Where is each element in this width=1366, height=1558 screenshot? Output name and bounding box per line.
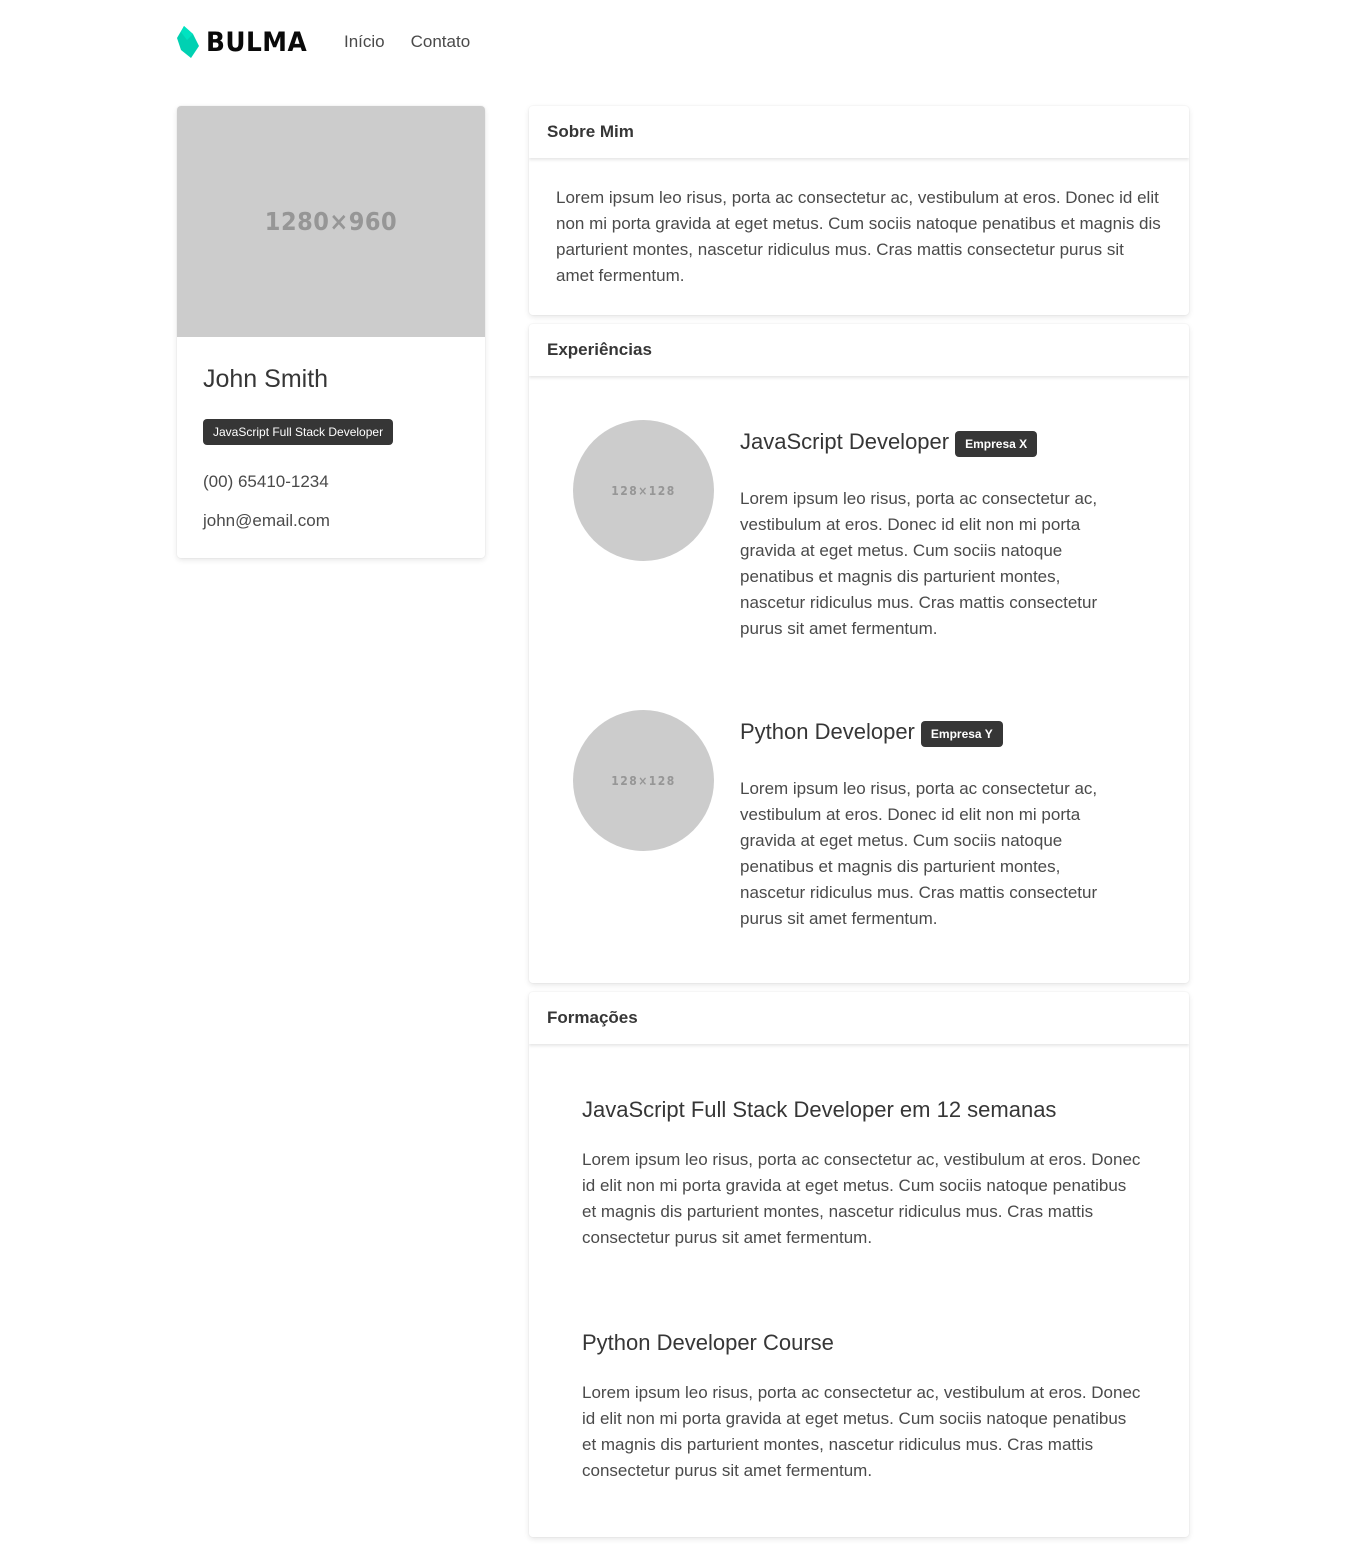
profile-body: John Smith JavaScript Full Stack Develop… xyxy=(177,337,485,558)
experience-title-row: Python Developer Empresa Y xyxy=(740,710,1110,754)
experience-role: JavaScript Developer xyxy=(740,429,950,454)
about-text: Lorem ipsum leo risus, porta ac consecte… xyxy=(556,188,1161,285)
experience-card: Experiências 128×128 JavaScript Develope… xyxy=(529,324,1189,983)
education-card: Formações JavaScript Full Stack Develope… xyxy=(529,992,1189,1537)
avatar-placeholder: 128×128 xyxy=(611,483,676,498)
profile-phone: (00) 65410-1234 xyxy=(203,472,329,491)
brand-text: BULMA xyxy=(206,26,308,58)
company-avatar: 128×128 xyxy=(573,420,714,561)
profile-email: john@email.com xyxy=(203,511,330,530)
navbar: BULMA Início Contato xyxy=(177,0,1189,84)
experience-description: Lorem ipsum leo risus, porta ac consecte… xyxy=(740,779,1098,928)
company-avatar: 128×128 xyxy=(573,710,714,851)
bulma-logo-icon xyxy=(177,26,199,58)
about-card: Sobre Mim Lorem ipsum leo risus, porta a… xyxy=(529,106,1189,315)
avatar-placeholder: 128×128 xyxy=(611,773,676,788)
experience-title: Experiências xyxy=(547,340,652,359)
about-card-header: Sobre Mim xyxy=(529,106,1189,158)
profile-name: John Smith xyxy=(203,365,329,393)
about-title: Sobre Mim xyxy=(547,122,634,141)
experience-content: JavaScript Developer Empresa X Lorem ips… xyxy=(740,420,1110,642)
education-item-title: JavaScript Full Stack Developer em 12 se… xyxy=(582,1097,1057,1122)
experience-title-row: JavaScript Developer Empresa X xyxy=(740,420,1110,464)
education-title: Formações xyxy=(547,1008,638,1027)
experience-content: Python Developer Empresa Y Lorem ipsum l… xyxy=(740,710,1110,932)
education-item-description: Lorem ipsum leo risus, porta ac consecte… xyxy=(582,1383,1141,1480)
role-tag: JavaScript Full Stack Developer xyxy=(203,419,394,445)
company-tag: Empresa X xyxy=(955,431,1038,457)
education-item-title: Python Developer Course xyxy=(582,1330,834,1355)
experience-card-header: Experiências xyxy=(529,324,1189,376)
profile-image-placeholder: 1280×960 xyxy=(264,207,398,236)
company-tag: Empresa Y xyxy=(920,721,1003,747)
brand-logo-link[interactable]: BULMA xyxy=(177,26,316,58)
profile-image: 1280×960 xyxy=(177,106,485,337)
education-item: JavaScript Full Stack Developer em 12 se… xyxy=(582,1095,1142,1251)
education-item-description: Lorem ipsum leo risus, porta ac consecte… xyxy=(582,1150,1141,1247)
experience-role: Python Developer xyxy=(740,719,915,744)
nav-item-inicio[interactable]: Início xyxy=(344,32,385,52)
education-card-header: Formações xyxy=(529,992,1189,1044)
nav-item-contato[interactable]: Contato xyxy=(411,32,471,52)
profile-card: 1280×960 John Smith JavaScript Full Stac… xyxy=(177,106,485,558)
education-item: Python Developer Course Lorem ipsum leo … xyxy=(582,1328,1142,1484)
experience-description: Lorem ipsum leo risus, porta ac consecte… xyxy=(740,489,1098,638)
